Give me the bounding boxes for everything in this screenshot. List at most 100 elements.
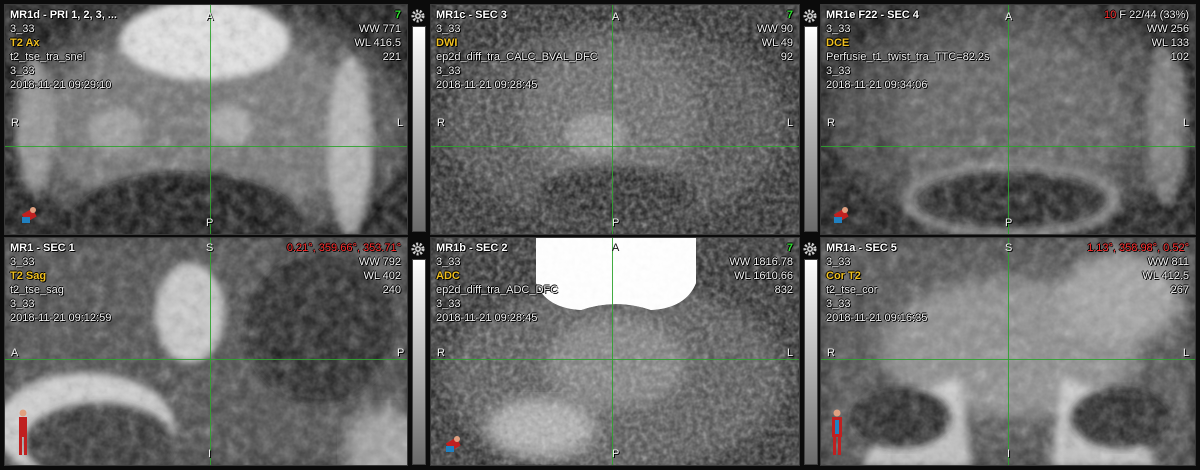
gear-icon[interactable] bbox=[802, 241, 818, 257]
window-level: WL 412.5 bbox=[1142, 270, 1189, 282]
sequence-label: DCE bbox=[826, 37, 850, 49]
window-width: WW 771 bbox=[358, 23, 401, 35]
crosshair-vertical[interactable] bbox=[1008, 238, 1009, 465]
orientation-right: L bbox=[1183, 117, 1190, 129]
orientation-top: S bbox=[1005, 242, 1013, 254]
viewport-t2-coronal[interactable]: MR1a - SEC 5 3_33 Cor T2 t2_tse_cor 3_33… bbox=[820, 237, 1196, 466]
panel-title: MR1d - PRI 1, 2, 3, ... bbox=[10, 9, 117, 21]
gear-icon[interactable] bbox=[802, 8, 818, 24]
orientation-left: R bbox=[437, 347, 445, 359]
viewport-dwi[interactable]: MR1c - SEC 3 3_33 DWI ep2d_diff_tra_CALC… bbox=[430, 4, 800, 235]
sub-label: 3_33 bbox=[436, 23, 461, 35]
window-level-bar[interactable] bbox=[804, 259, 818, 465]
status-count: 7 bbox=[786, 9, 793, 21]
gear-icon[interactable] bbox=[410, 8, 426, 24]
orientation-right: L bbox=[787, 117, 794, 129]
frame-indicator: 10 F 22/44 (33%) bbox=[1104, 8, 1189, 22]
window-level-bar[interactable] bbox=[412, 26, 426, 232]
window-level: WL 416.5 bbox=[354, 37, 401, 49]
crosshair-vertical[interactable] bbox=[1008, 5, 1009, 234]
window-level-bar[interactable] bbox=[804, 26, 818, 232]
crosshair-vertical[interactable] bbox=[612, 5, 613, 234]
overlay-left: MR1c - SEC 3 3_33 DWI ep2d_diff_tra_CALC… bbox=[436, 8, 598, 92]
window-width: WW 792 bbox=[358, 256, 401, 268]
orientation-bottom: P bbox=[1005, 217, 1013, 229]
frame-position: F 22/44 (33%) bbox=[1119, 9, 1189, 21]
viewport-adc[interactable]: MR1b - SEC 2 3_33 ADC ep2d_diff_tra_ADC_… bbox=[430, 237, 800, 466]
protocol-label: ep2d_diff_tra_CALC_BVAL_DFC bbox=[436, 51, 598, 63]
overlay-right: 7 WW 1816.78 WL 1610.66 832 bbox=[729, 241, 793, 297]
overlay-left: MR1d - PRI 1, 2, 3, ... 3_33 T2 Ax t2_ts… bbox=[10, 8, 117, 92]
protocol-label: t2_tse_sag bbox=[10, 284, 64, 296]
orientation-angles: 1.13°, 358.98°, 0.52° bbox=[1087, 242, 1189, 254]
panel-title: MR1c - SEC 3 bbox=[436, 9, 507, 21]
sub-label-2: 3_33 bbox=[10, 65, 35, 77]
viewport-t2-axial[interactable]: MR1d - PRI 1, 2, 3, ... 3_33 T2 Ax t2_ts… bbox=[4, 4, 408, 235]
pixel-value: 240 bbox=[382, 284, 401, 296]
orientation-right: L bbox=[1183, 347, 1190, 359]
window-width: WW 1816.78 bbox=[729, 256, 793, 268]
body-orientation-icon[interactable] bbox=[445, 434, 461, 456]
orientation-bottom: I bbox=[208, 448, 212, 460]
status-count: 7 bbox=[786, 242, 793, 254]
orientation-bottom: P bbox=[612, 448, 620, 460]
orientation-left: A bbox=[11, 347, 19, 359]
window-level-bar[interactable] bbox=[412, 259, 426, 465]
orientation-top: A bbox=[206, 11, 214, 23]
sub-label-2: 3_33 bbox=[436, 65, 461, 77]
body-orientation-icon[interactable] bbox=[15, 408, 31, 458]
sub-label-2: 3_33 bbox=[826, 298, 851, 310]
panel-title: MR1a - SEC 5 bbox=[826, 242, 897, 254]
overlay-right: 1.13°, 358.98°, 0.52° WW 811 WL 412.5 26… bbox=[1087, 241, 1189, 297]
orientation-bottom: P bbox=[206, 217, 214, 229]
pixel-value: 267 bbox=[1170, 284, 1189, 296]
protocol-label: t2_tse_cor bbox=[826, 284, 878, 296]
sub-label: 3_33 bbox=[826, 23, 851, 35]
crosshair-vertical[interactable] bbox=[612, 238, 613, 465]
datetime: 2018-11-21 09:28:45 bbox=[436, 79, 538, 91]
datetime: 2018-11-21 09:34:06 bbox=[826, 79, 928, 91]
crosshair-horizontal[interactable] bbox=[821, 359, 1195, 360]
protocol-label: ep2d_diff_tra_ADC_DFC bbox=[436, 284, 559, 296]
orientation-top: S bbox=[206, 242, 214, 254]
window-width: WW 90 bbox=[756, 23, 793, 35]
datetime: 2018-11-21 09:12:59 bbox=[10, 312, 112, 324]
pixel-value: 221 bbox=[382, 51, 401, 63]
viewport-dce[interactable]: MR1e F22 - SEC 4 3_33 DCE Perfusie_t1_tw… bbox=[820, 4, 1196, 235]
viewport-t2-sagittal[interactable]: MR1 - SEC 1 3_33 T2 Sag t2_tse_sag 3_33 … bbox=[4, 237, 408, 466]
sub-label: 3_33 bbox=[10, 256, 35, 268]
pixel-value: 92 bbox=[780, 51, 793, 63]
panel-title: MR1b - SEC 2 bbox=[436, 242, 508, 254]
sequence-label: T2 Ax bbox=[10, 37, 40, 49]
body-orientation-icon[interactable] bbox=[833, 205, 849, 227]
crosshair-vertical[interactable] bbox=[210, 238, 211, 465]
sequence-label: Cor T2 bbox=[826, 270, 861, 282]
orientation-right: P bbox=[397, 347, 405, 359]
crosshair-horizontal[interactable] bbox=[431, 146, 799, 147]
window-level: WL 1610.66 bbox=[734, 270, 793, 282]
crosshair-horizontal[interactable] bbox=[5, 146, 407, 147]
overlay-left: MR1e F22 - SEC 4 3_33 DCE Perfusie_t1_tw… bbox=[826, 8, 990, 92]
datetime: 2018-11-21 09:16:35 bbox=[826, 312, 928, 324]
crosshair-horizontal[interactable] bbox=[431, 359, 799, 360]
crosshair-vertical[interactable] bbox=[210, 5, 211, 234]
orientation-bottom: P bbox=[612, 217, 620, 229]
body-orientation-icon[interactable] bbox=[829, 408, 845, 458]
overlay-left: MR1a - SEC 5 3_33 Cor T2 t2_tse_cor 3_33… bbox=[826, 241, 927, 325]
sub-label-2: 3_33 bbox=[436, 298, 461, 310]
panel-title: MR1e F22 - SEC 4 bbox=[826, 9, 919, 21]
window-level: WL 49 bbox=[761, 37, 793, 49]
datetime: 2018-11-21 09:29:10 bbox=[10, 79, 112, 91]
window-width: WW 256 bbox=[1146, 23, 1189, 35]
orientation-left: R bbox=[827, 117, 835, 129]
crosshair-horizontal[interactable] bbox=[5, 359, 407, 360]
body-orientation-icon[interactable] bbox=[21, 205, 37, 227]
sequence-label: ADC bbox=[436, 270, 460, 282]
datetime: 2018-11-21 09:28:45 bbox=[436, 312, 538, 324]
protocol-label: t2_tse_tra_snel bbox=[10, 51, 86, 63]
overlay-right: 10 F 22/44 (33%) WW 256 WL 133 102 bbox=[1104, 8, 1189, 64]
gear-icon[interactable] bbox=[410, 241, 426, 257]
sequence-label: DWI bbox=[436, 37, 458, 49]
orientation-top: A bbox=[612, 242, 620, 254]
crosshair-horizontal[interactable] bbox=[821, 146, 1195, 147]
